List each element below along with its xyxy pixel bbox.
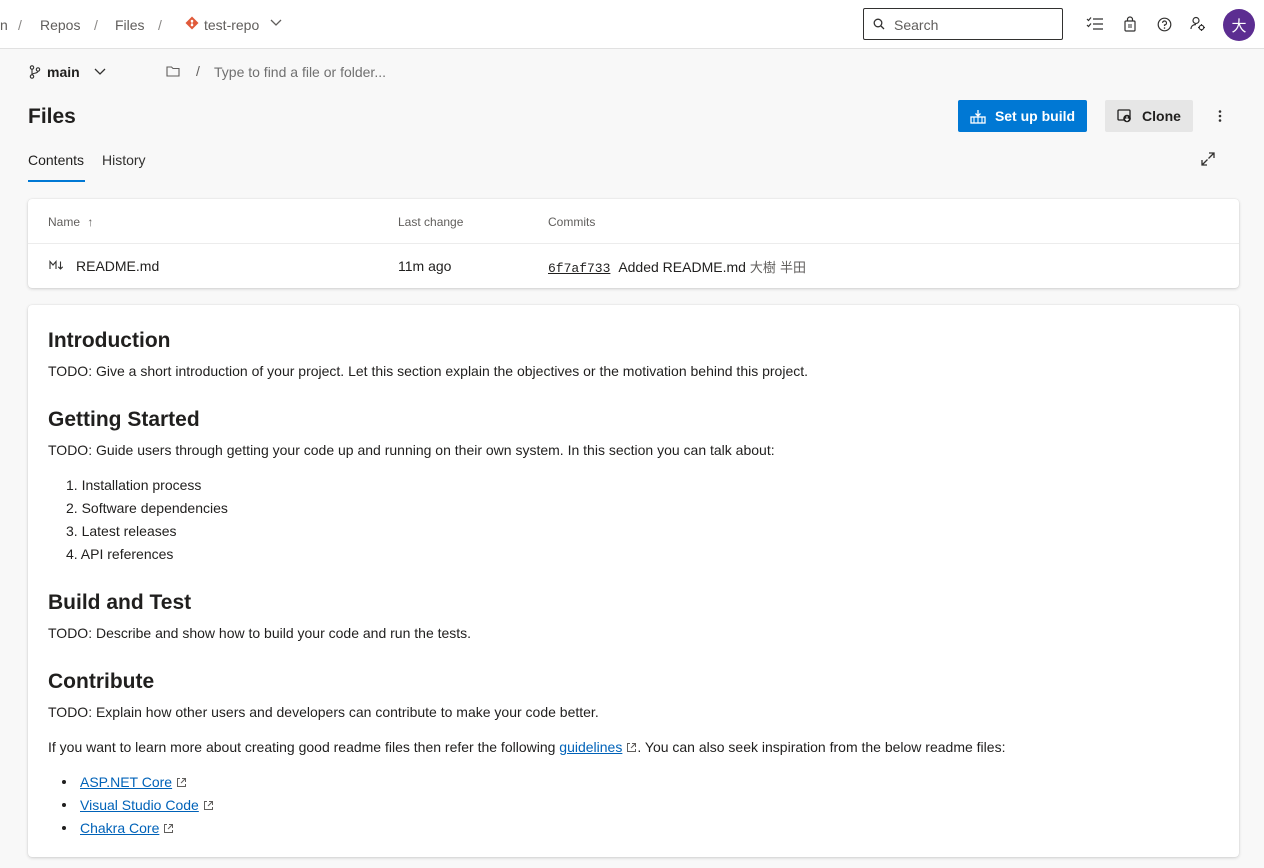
guidelines-link[interactable]: guidelines (559, 739, 622, 755)
more-actions-icon[interactable] (1210, 106, 1230, 126)
branch-selector[interactable]: main (29, 62, 106, 82)
commit-hash-link[interactable]: 6f7af733 (548, 261, 610, 276)
readme-build-text: TODO: Describe and show how to build you… (48, 625, 472, 641)
page-title: Files (28, 105, 76, 128)
external-link-icon (627, 743, 637, 752)
bullet (62, 780, 66, 784)
readme-learn-more: If you want to learn more about creating… (48, 739, 1005, 755)
active-tab-indicator (28, 180, 85, 182)
breadcrumb-separator: / (94, 17, 98, 33)
file-name[interactable]: README.md (76, 258, 159, 274)
list-item: 3. Latest releases (66, 523, 177, 539)
breadcrumb-repo-name[interactable]: test-repo (204, 17, 259, 33)
readme-preview: Introduction TODO: Give a short introduc… (28, 305, 1239, 857)
column-header-name[interactable]: Name ↑ (48, 215, 93, 229)
commit-message: Added README.md (618, 259, 746, 275)
list-item: Visual Studio Code (80, 797, 214, 813)
list-item: 4. API references (66, 546, 174, 562)
bullet (62, 826, 66, 830)
bullet (62, 803, 66, 807)
set-up-build-button[interactable]: Set up build (958, 100, 1087, 132)
column-header-name-label: Name (48, 215, 81, 229)
external-link-icon (203, 801, 213, 810)
chevron-down-icon[interactable] (270, 19, 282, 27)
breadcrumb-repos[interactable]: Repos (40, 17, 80, 33)
file-path-input[interactable] (214, 61, 514, 83)
readme-getting-started-text: TODO: Guide users through getting your c… (48, 442, 775, 458)
external-link-icon (177, 778, 187, 787)
list-item: Chakra Core (80, 820, 174, 836)
learn-more-prefix: If you want to learn more about creating… (48, 739, 556, 755)
last-change: 11m ago (398, 258, 452, 274)
column-header-last-change[interactable]: Last change (398, 215, 463, 229)
user-settings-icon[interactable] (1188, 14, 1208, 34)
help-icon[interactable] (1154, 14, 1174, 34)
chakra-core-link[interactable]: Chakra Core (80, 820, 159, 836)
readme-heading-build-and-test: Build and Test (48, 591, 192, 614)
branch-icon (29, 65, 41, 79)
tab-contents[interactable]: Contents (28, 152, 84, 168)
markdown-file-icon (49, 260, 64, 270)
clone-label: Clone (1142, 108, 1181, 124)
search-input[interactable] (894, 15, 1054, 35)
tab-history[interactable]: History (102, 152, 146, 168)
set-up-build-label: Set up build (994, 108, 1076, 124)
breadcrumb-files[interactable]: Files (115, 17, 145, 33)
search-box[interactable] (863, 8, 1063, 40)
fullscreen-expand-icon[interactable] (1199, 150, 1217, 168)
clone-button[interactable]: Clone (1105, 100, 1193, 132)
table-row[interactable]: README.md 11m ago 6f7af733 Added README.… (28, 244, 1239, 288)
commit-info: 6f7af733 Added README.md 大樹 半田 (548, 257, 806, 276)
top-header: n / Repos / Files / test-repo Search 大 (0, 0, 1264, 49)
clone-icon (1117, 108, 1131, 122)
breadcrumb-partial[interactable]: n (0, 17, 8, 33)
breadcrumb-separator: / (158, 17, 162, 33)
readme-intro-text: TODO: Give a short introduction of your … (48, 363, 809, 379)
build-pipeline-icon (970, 109, 986, 124)
file-list-table: Name ↑ Last change Commits README.md 11m… (28, 199, 1239, 288)
aspnet-core-link[interactable]: ASP.NET Core (80, 774, 172, 790)
path-separator: / (196, 63, 200, 79)
sort-ascending-icon: ↑ (87, 215, 94, 229)
avatar[interactable]: 大 (1223, 9, 1255, 41)
list-item: 2. Software dependencies (66, 500, 228, 516)
commit-author: 大樹 半田 (749, 261, 806, 276)
list-item: 1. Installation process (66, 477, 202, 493)
shopping-bag-icon[interactable] (1120, 14, 1140, 34)
readme-contribute-text: TODO: Explain how other users and develo… (48, 704, 599, 720)
list-item: ASP.NET Core (80, 774, 187, 790)
visual-studio-code-link[interactable]: Visual Studio Code (80, 797, 199, 813)
chevron-down-icon (94, 68, 106, 75)
external-link-icon (164, 824, 174, 833)
search-icon (873, 18, 885, 30)
task-list-icon[interactable] (1085, 14, 1105, 34)
learn-more-suffix: . You can also seek inspiration from the… (637, 739, 1006, 755)
breadcrumb-separator: / (18, 17, 22, 33)
readme-heading-introduction: Introduction (48, 329, 171, 352)
git-repo-icon (185, 16, 199, 30)
folder-icon[interactable] (166, 65, 180, 77)
readme-heading-contribute: Contribute (48, 670, 155, 693)
column-header-commits[interactable]: Commits (548, 215, 595, 229)
branch-name: main (47, 64, 80, 80)
readme-heading-getting-started: Getting Started (48, 408, 200, 431)
